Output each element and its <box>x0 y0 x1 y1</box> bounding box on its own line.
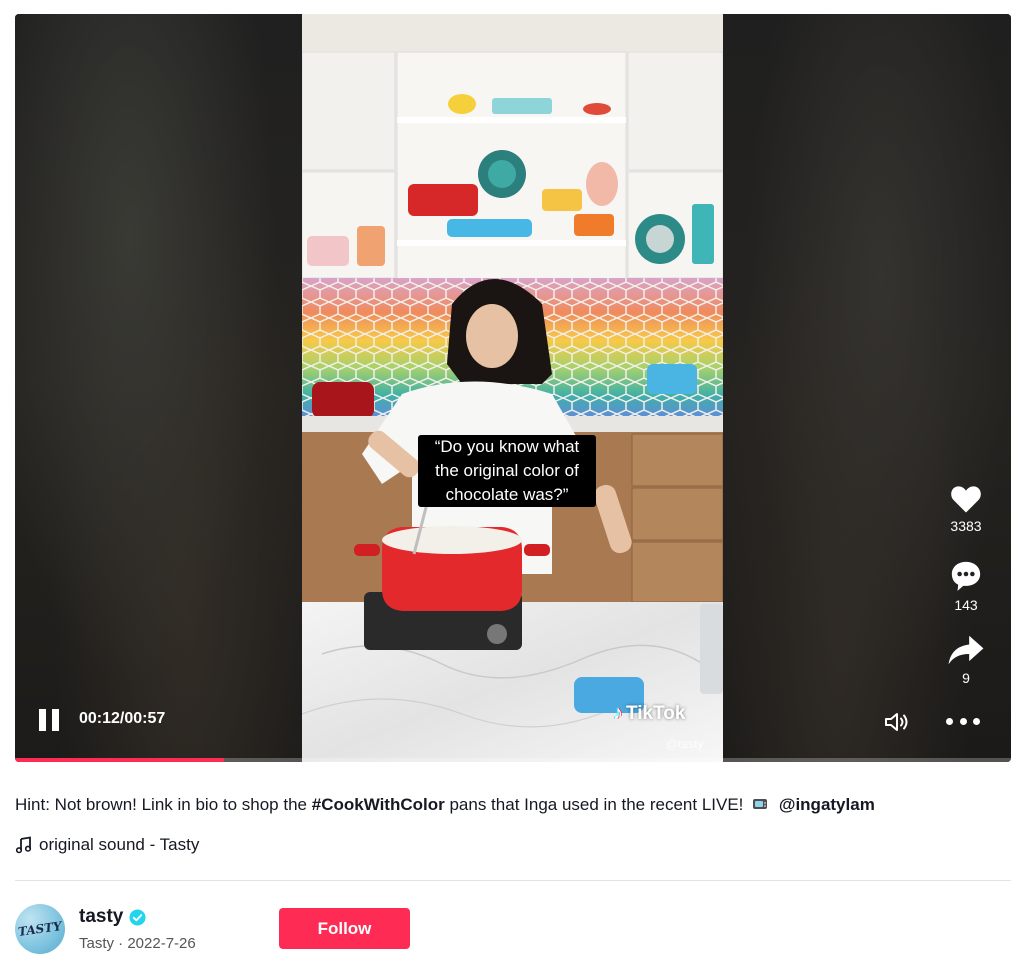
video-frame[interactable] <box>302 14 723 762</box>
progress-bar[interactable] <box>15 758 1011 762</box>
share-count: 9 <box>962 670 970 686</box>
author-username: tasty <box>79 906 124 927</box>
heart-icon[interactable] <box>948 482 984 514</box>
watermark-brand: TikTok <box>626 702 686 724</box>
author-display-name-date: Tasty · 2022-7-26 <box>79 935 196 952</box>
volume-icon[interactable] <box>883 710 911 734</box>
caption-line: the original color of <box>435 461 579 480</box>
comment-action[interactable]: 143 <box>936 559 996 613</box>
video-description: Hint: Not brown! Link in bio to shop the… <box>15 795 875 815</box>
share-action[interactable]: 9 <box>936 634 996 686</box>
video-player[interactable]: “Do you know what the original color of … <box>15 14 1011 762</box>
description-text: Hint: Not brown! Link in bio to shop the <box>15 795 312 814</box>
sound-name: original sound - Tasty <box>39 835 200 854</box>
description-text: pans that Inga used in the recent LIVE! <box>444 795 744 814</box>
television-emoji-icon <box>753 799 768 809</box>
more-dot-icon <box>959 717 967 725</box>
divider <box>15 880 1011 881</box>
follow-button[interactable]: Follow <box>279 908 410 949</box>
author-username-link[interactable]: tasty <box>79 906 146 928</box>
video-scene <box>302 14 723 762</box>
more-dot-icon <box>946 717 953 725</box>
comment-count: 143 <box>954 597 978 613</box>
pause-button[interactable] <box>39 709 61 733</box>
avatar-logo-text: TASTY <box>17 919 63 939</box>
caption-line: “Do you know what <box>434 437 580 456</box>
watermark-handle: @tasty <box>666 737 704 751</box>
music-note-icon <box>15 836 32 854</box>
like-count: 3383 <box>950 518 982 534</box>
share-arrow-icon[interactable] <box>947 634 985 666</box>
more-dot-icon <box>973 717 980 725</box>
playback-time: 00:12/00:57 <box>79 710 166 727</box>
comment-icon[interactable] <box>948 559 984 593</box>
author-avatar[interactable]: TASTY <box>15 904 65 954</box>
like-action[interactable]: 3383 <box>936 482 996 534</box>
blurred-backdrop-left <box>15 14 302 762</box>
sound-link[interactable]: original sound - Tasty <box>15 835 199 855</box>
video-caption: “Do you know what the original color of … <box>418 435 596 507</box>
hashtag-link[interactable]: #CookWithColor <box>312 795 445 814</box>
verified-badge-icon <box>129 908 146 926</box>
pause-icon <box>39 709 46 731</box>
pause-icon <box>52 709 59 731</box>
progress-fill <box>15 758 225 762</box>
caption-line: chocolate was?” <box>445 485 569 504</box>
more-options-button[interactable] <box>946 715 980 727</box>
mention-link[interactable]: @ingatylam <box>779 795 875 814</box>
tiktok-logo-icon: ♪ <box>613 702 623 724</box>
tiktok-watermark: ♪ TikTok <box>613 702 685 725</box>
